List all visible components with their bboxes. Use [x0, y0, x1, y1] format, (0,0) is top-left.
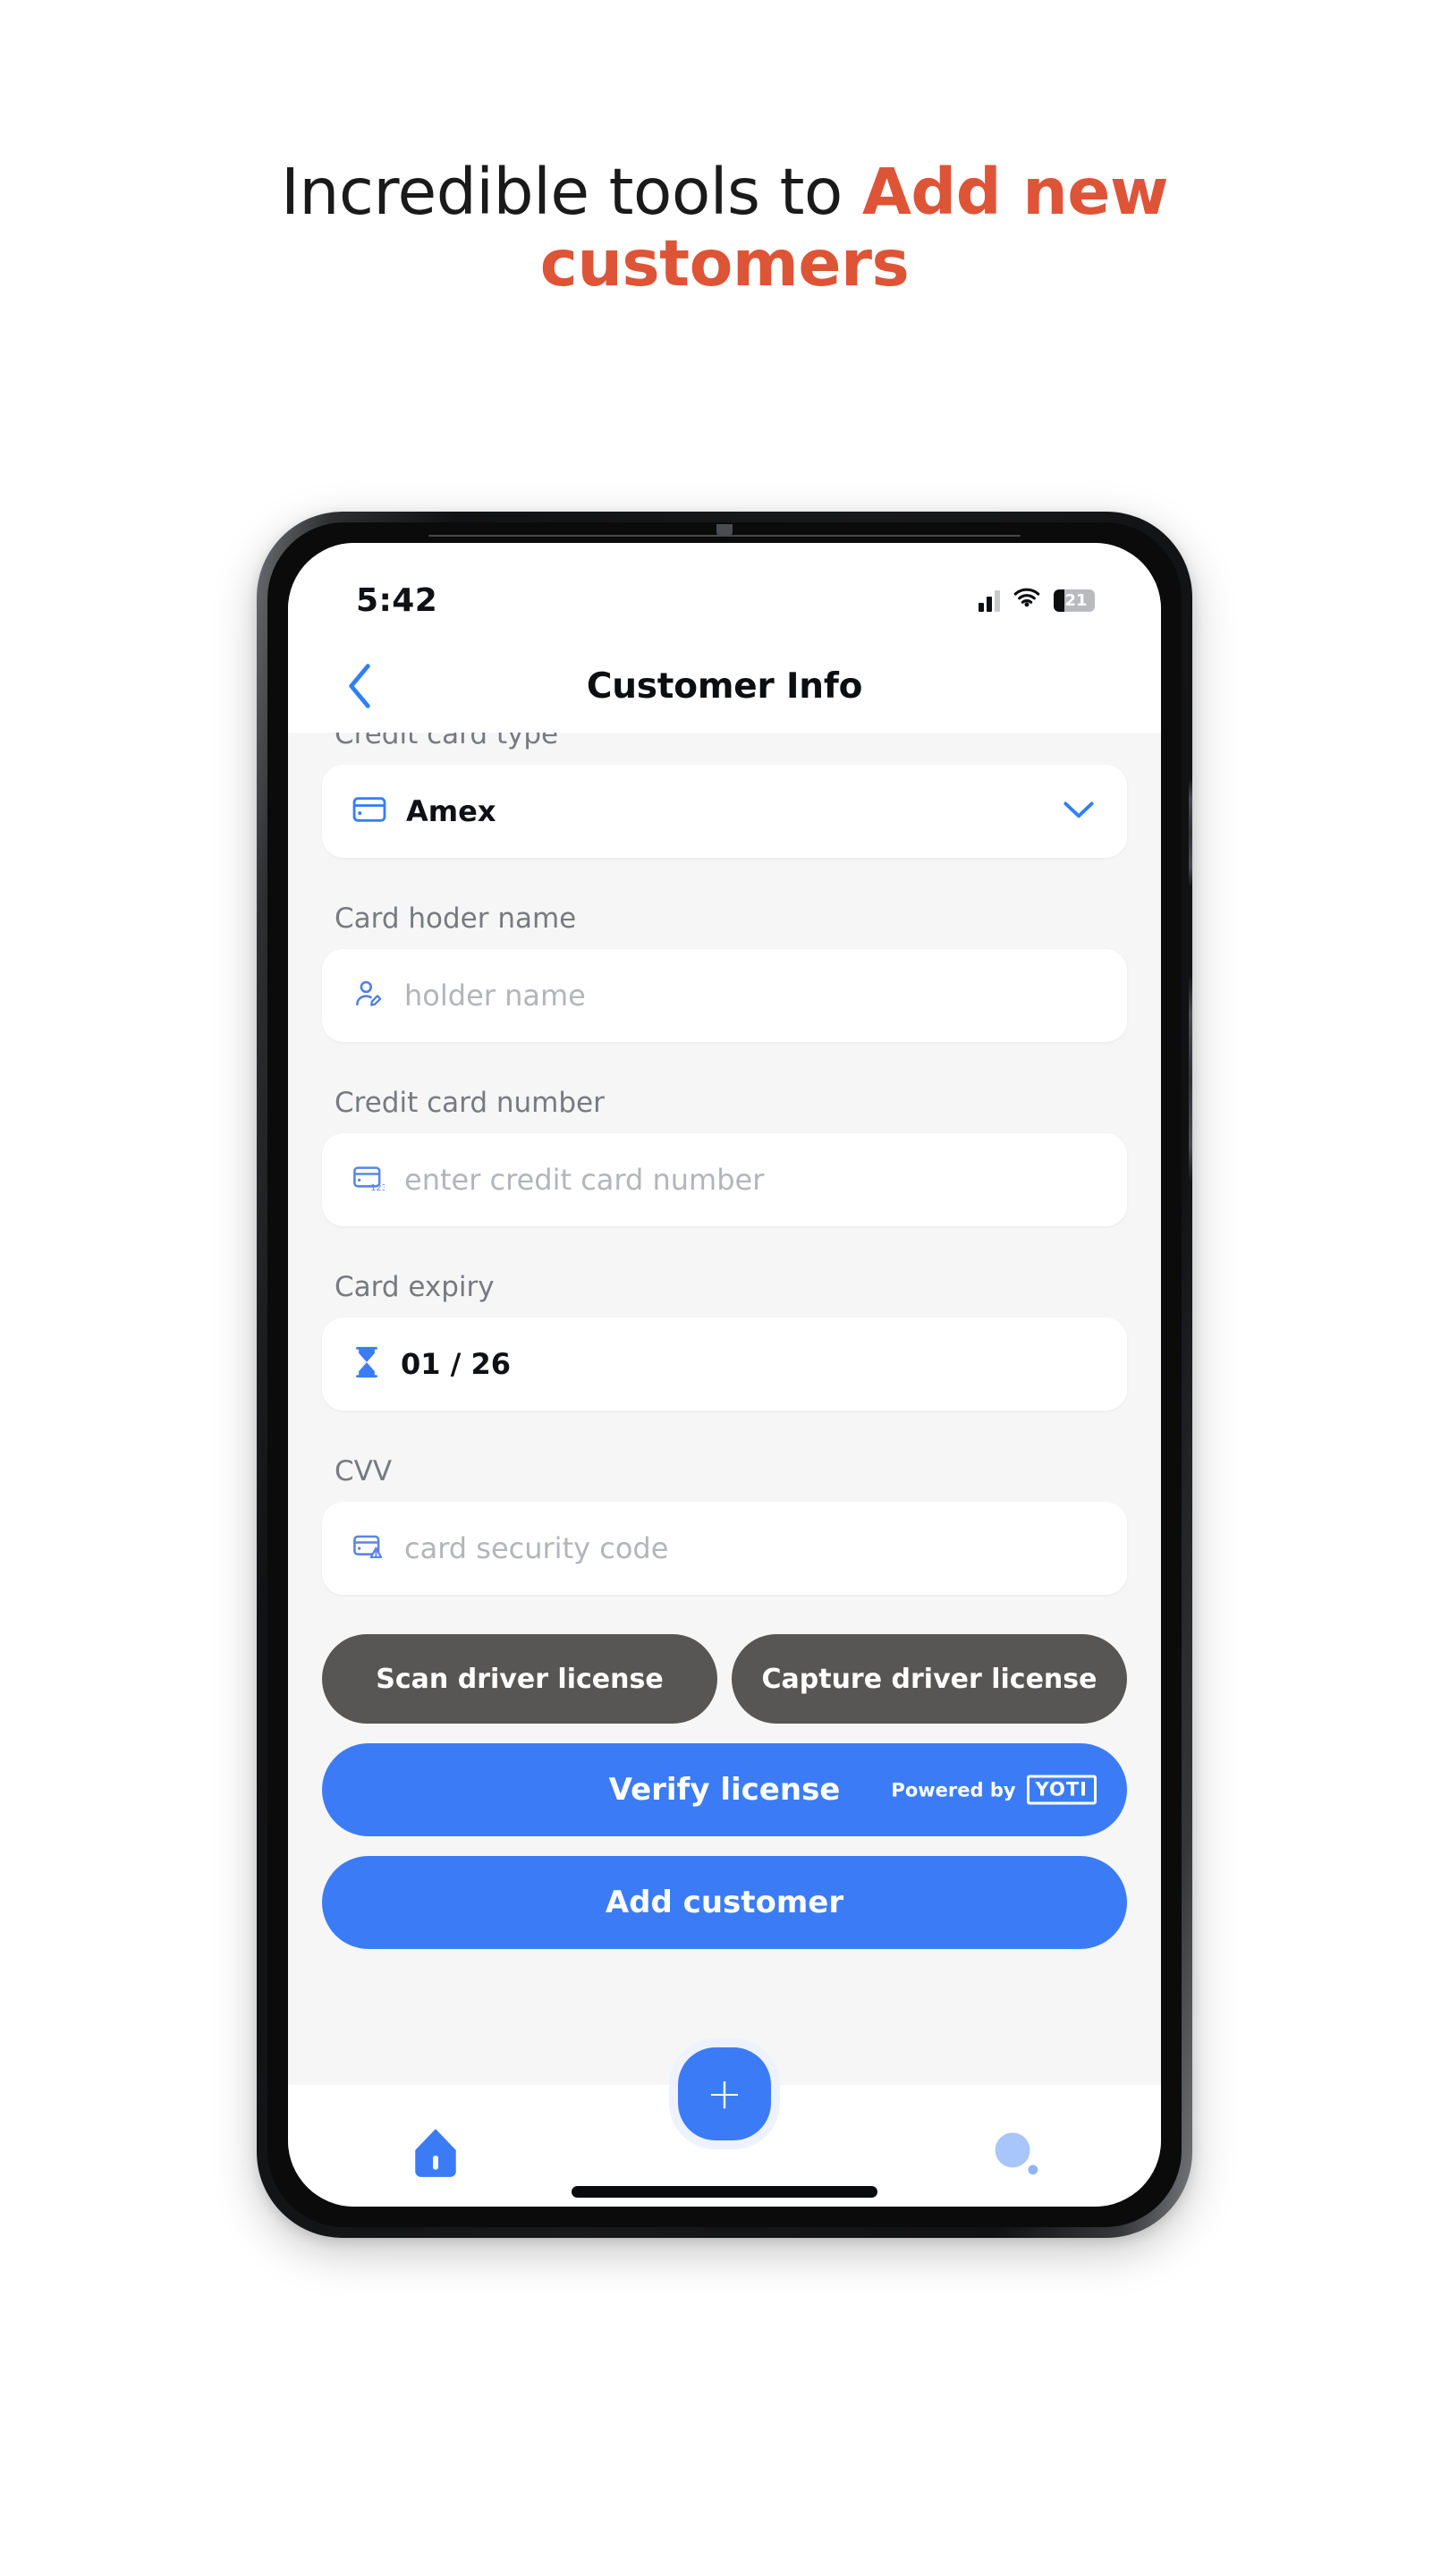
credit-card-number-field[interactable]: 123 enter credit card number — [322, 1133, 1127, 1226]
label-card-holder-name: Card hoder name — [335, 902, 577, 935]
cellular-signal-icon — [979, 589, 1000, 612]
battery-icon: 21 — [1054, 589, 1095, 612]
headline-accent-line1: Add new — [861, 155, 1169, 229]
label-card-expiry: Card expiry — [335, 1271, 495, 1303]
card-holder-name-field[interactable]: holder name — [322, 949, 1127, 1042]
phone-frame: 5:42 21 Customer Info Credit card type A… — [257, 512, 1192, 2238]
card-expiry-field[interactable]: 01 / 26 — [322, 1318, 1127, 1411]
license-action-row: Scan driver license Capture driver licen… — [322, 1634, 1127, 1724]
cvv-field[interactable]: card security code — [322, 1502, 1127, 1595]
status-bar: 5:42 21 — [288, 543, 1161, 640]
svg-text:123: 123 — [370, 1183, 385, 1192]
powered-by-label: Powered by — [891, 1779, 1016, 1801]
capture-driver-license-button[interactable]: Capture driver license — [732, 1634, 1127, 1724]
card-expiry-group: 01 / 26 — [352, 1345, 511, 1383]
add-fab-button[interactable]: + — [669, 2038, 780, 2149]
card-holder-name-placeholder: holder name — [404, 979, 586, 1013]
cvv-placeholder: card security code — [404, 1531, 669, 1565]
scan-driver-license-button[interactable]: Scan driver license — [322, 1634, 717, 1724]
card-holder-name-group: holder name — [352, 978, 586, 1013]
chevron-down-icon[interactable] — [1061, 798, 1097, 825]
verify-license-label: Verify license — [608, 1772, 841, 1808]
cvv-group: card security code — [352, 1531, 668, 1565]
headline-accent-line2: customers — [539, 225, 910, 301]
page-title: Customer Info — [586, 665, 863, 707]
add-customer-button[interactable]: Add customer — [322, 1856, 1127, 1949]
yoti-brand-text: YOTI — [1035, 1778, 1088, 1801]
verify-license-button[interactable]: Verify license Powered by YOTI — [322, 1743, 1127, 1836]
status-time: 5:42 — [356, 581, 438, 619]
profile-avatar-icon — [995, 2132, 1038, 2175]
back-button[interactable] — [335, 661, 385, 711]
credit-card-type-value: Amex — [406, 794, 496, 828]
phone-screen: 5:42 21 Customer Info Credit card type A… — [288, 543, 1161, 2207]
wifi-icon — [1013, 587, 1041, 614]
add-customer-label: Add customer — [605, 1885, 844, 1920]
card-number-icon: 123 — [352, 1164, 387, 1196]
nav-item-profile[interactable] — [989, 2128, 1041, 2183]
phone-volume-button — [1189, 780, 1192, 886]
nav-item-home[interactable] — [411, 2126, 460, 2185]
card-expiry-value: 01 / 26 — [401, 1347, 512, 1381]
label-credit-card-type: Credit card type — [335, 733, 559, 750]
page-headline: Incredible tools to Add new customers — [0, 157, 1449, 299]
bottom-navigation-bar: + — [288, 2038, 1161, 2207]
powered-by-yoti-badge: Powered by YOTI — [891, 1775, 1097, 1805]
credit-card-type-dropdown[interactable]: Amex — [322, 765, 1127, 858]
label-cvv: CVV — [335, 1455, 393, 1487]
battery-percent-label: 21 — [1064, 590, 1088, 610]
credit-card-type-value-group: Amex — [352, 794, 496, 828]
phone-power-button — [1189, 977, 1192, 1182]
hourglass-icon — [352, 1345, 381, 1383]
card-security-icon — [352, 1532, 385, 1564]
credit-card-icon — [352, 795, 386, 827]
phone-earpiece — [716, 524, 733, 536]
phone-mockup: 5:42 21 Customer Info Credit card type A… — [257, 512, 1192, 2238]
headline-plain-text: Incredible tools to — [280, 155, 862, 229]
phone-bezel: 5:42 21 Customer Info Credit card type A… — [267, 522, 1182, 2227]
customer-info-form: Credit card type Amex Card hoder name ho… — [288, 733, 1161, 2085]
yoti-logo-icon: YOTI — [1026, 1775, 1097, 1805]
app-nav-header: Customer Info — [288, 640, 1161, 733]
credit-card-number-placeholder: enter credit card number — [404, 1163, 765, 1197]
home-indicator — [572, 2186, 877, 2198]
status-icons: 21 — [979, 569, 1095, 614]
plus-icon: + — [706, 2069, 743, 2119]
home-icon — [415, 2129, 456, 2177]
label-credit-card-number: Credit card number — [335, 1087, 605, 1119]
chevron-left-icon — [349, 664, 370, 708]
person-edit-icon — [352, 978, 385, 1013]
credit-card-number-group: 123 enter credit card number — [352, 1163, 764, 1197]
